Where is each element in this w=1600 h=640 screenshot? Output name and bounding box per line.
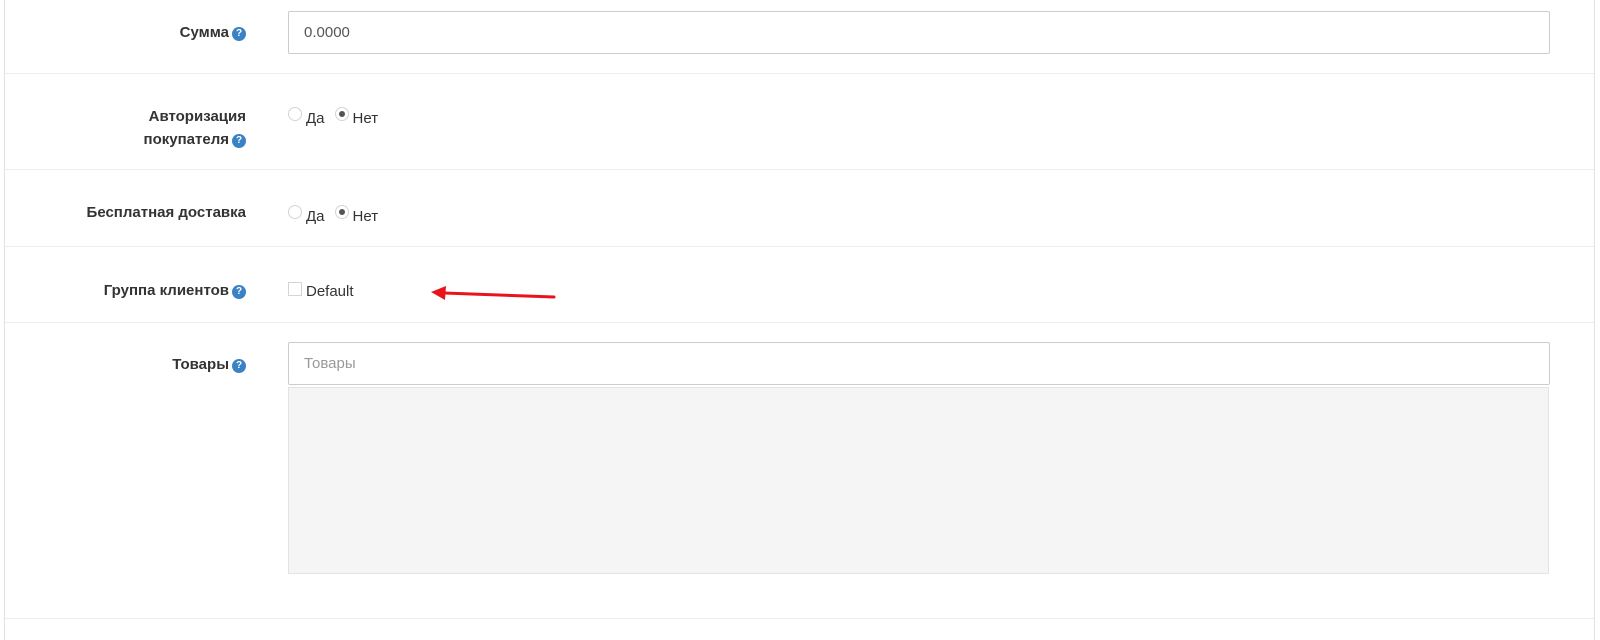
- customer-group-checkbox-label[interactable]: Default: [306, 283, 354, 300]
- free-shipping-radio-no-label[interactable]: Нет: [353, 208, 379, 225]
- red-arrow-icon: [431, 286, 556, 300]
- customer-group-label-text: Группа клиентов: [103, 282, 229, 299]
- customer-login-row: Авторизация покупателя? Да Нет: [5, 74, 1594, 170]
- amount-label-text: Сумма: [179, 24, 229, 41]
- amount-input[interactable]: [288, 11, 1550, 54]
- products-label: Товары?: [172, 353, 246, 376]
- products-selected-list[interactable]: [288, 387, 1549, 574]
- customer-login-radio-yes-label[interactable]: Да: [306, 110, 325, 127]
- customer-group-checkbox-wrap: Default: [288, 281, 354, 300]
- free-shipping-row: Бесплатная доставка Да Нет: [5, 170, 1594, 247]
- customer-login-radio-no[interactable]: [334, 106, 349, 121]
- free-shipping-radio-yes[interactable]: [288, 204, 302, 219]
- amount-row: Сумма?: [5, 0, 1594, 74]
- free-shipping-label: Бесплатная доставка: [87, 201, 246, 224]
- help-icon[interactable]: ?: [232, 27, 246, 41]
- free-shipping-radio-yes-label[interactable]: Да: [306, 208, 325, 225]
- products-autocomplete-input[interactable]: [288, 342, 1550, 385]
- help-icon[interactable]: ?: [232, 359, 246, 373]
- free-shipping-radio-no[interactable]: [334, 204, 349, 219]
- customer-login-radio-no-label[interactable]: Нет: [353, 110, 379, 127]
- amount-label: Сумма?: [180, 21, 246, 44]
- help-icon[interactable]: ?: [232, 285, 246, 299]
- customer-group-checkbox-default[interactable]: [288, 281, 302, 296]
- customer-group-label: Группа клиентов?: [104, 279, 246, 302]
- form-panel: Сумма? Авторизация покупателя? Да Нет Бе…: [4, 0, 1595, 640]
- customer-login-label-line1: Авторизация: [148, 108, 246, 125]
- customer-login-radio-yes[interactable]: [288, 106, 302, 121]
- customer-login-label-line2: покупателя: [143, 131, 229, 148]
- free-shipping-radio-group: Да Нет: [288, 204, 388, 225]
- customer-login-radio-group: Да Нет: [288, 106, 388, 127]
- customer-group-row: Группа клиентов? Default: [5, 247, 1594, 323]
- help-icon[interactable]: ?: [232, 134, 246, 148]
- products-label-text: Товары: [172, 356, 229, 373]
- free-shipping-label-text: Бесплатная доставка: [86, 204, 246, 221]
- customer-login-label: Авторизация покупателя?: [144, 105, 246, 151]
